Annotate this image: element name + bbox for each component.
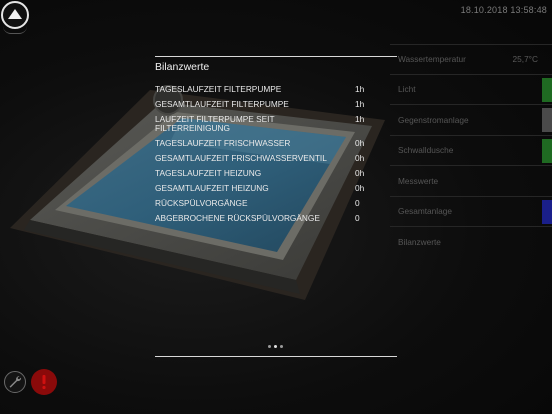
sidebar-item-label: Licht	[398, 84, 416, 95]
home-button[interactable]	[1, 1, 29, 29]
sidebar-item-gesamtanlage[interactable]: Gesamtanlage	[390, 197, 552, 227]
timestamp: 18.10.2018 13:58:48	[460, 5, 547, 15]
page-indicator[interactable]	[268, 345, 283, 348]
list-item: GESAMTLAUFZEIT FRISCHWASSERVENTIL 0h	[155, 154, 397, 163]
panel-divider-bottom	[155, 356, 397, 357]
sidebar-item-label: Gesamtanlage	[398, 206, 452, 217]
list-item: GESAMTLAUFZEIT FILTERPUMPE 1h	[155, 100, 397, 109]
sidebar-item-label: Messwerte	[398, 175, 439, 186]
row-label: TAGESLAUFZEIT HEIZUNG	[155, 168, 262, 178]
sidebar-item-wassertemperatur[interactable]: Wassertemperatur 25,7°C	[390, 44, 552, 75]
list-item: RÜCKSPÜLVORGÄNGE 0	[155, 199, 397, 208]
sidebar-item-label: Wassertemperatur	[398, 54, 466, 65]
status-indicator	[542, 108, 552, 132]
page-dot[interactable]	[268, 345, 271, 348]
page-dot[interactable]	[280, 345, 283, 348]
home-arrow-icon	[8, 9, 22, 19]
row-label: RÜCKSPÜLVORGÄNGE	[155, 198, 248, 208]
row-label: TAGESLAUFZEIT FRISCHWASSER	[155, 138, 291, 148]
row-label: ABGEBROCHENE RÜCKSPÜLVORGÄNGE	[155, 213, 320, 223]
row-label: GESAMTLAUFZEIT FRISCHWASSERVENTIL	[155, 153, 327, 163]
sidebar-item-label: Gegenstromanlage	[398, 114, 469, 125]
sidebar-item-bilanzwerte[interactable]: Bilanzwerte	[390, 227, 552, 258]
row-label: GESAMTLAUFZEIT FILTERPUMPE	[155, 99, 289, 109]
wrench-icon	[9, 376, 22, 388]
list-item: ABGEBROCHENE RÜCKSPÜLVORGÄNGE 0	[155, 214, 397, 223]
sidebar-item-messwerte[interactable]: Messwerte	[390, 166, 552, 197]
sidebar-item-label: Schwalldusche	[398, 145, 454, 156]
list-item: TAGESLAUFZEIT FRISCHWASSER 0h	[155, 139, 397, 148]
balance-panel: Bilanzwerte TAGESLAUFZEIT FILTERPUMPE 1h…	[155, 56, 397, 358]
alert-icon	[42, 375, 46, 390]
water-temperature-value: 25,7°C	[512, 54, 538, 65]
panel-title: Bilanzwerte	[155, 61, 210, 73]
status-indicator	[542, 77, 552, 102]
status-indicator	[542, 199, 552, 224]
balance-list: TAGESLAUFZEIT FILTERPUMPE 1h GESAMTLAUFZ…	[155, 85, 397, 229]
sidebar-item-schwalldusche[interactable]: Schwalldusche	[390, 136, 552, 166]
panel-divider-top	[155, 56, 397, 57]
page-dot[interactable]	[274, 345, 277, 348]
list-item: TAGESLAUFZEIT HEIZUNG 0h	[155, 169, 397, 178]
list-item: LAUFZEIT FILTERPUMPE SEIT FILTERREINIGUN…	[155, 115, 397, 133]
alert-button[interactable]	[31, 369, 57, 395]
settings-button[interactable]	[4, 371, 26, 393]
row-label: TAGESLAUFZEIT FILTERPUMPE	[155, 84, 282, 94]
list-item: TAGESLAUFZEIT FILTERPUMPE 1h	[155, 85, 397, 94]
row-label: LAUFZEIT FILTERPUMPE SEIT FILTERREINIGUN…	[155, 114, 275, 133]
status-indicator	[542, 138, 552, 163]
sidebar-item-licht[interactable]: Licht	[390, 75, 552, 105]
list-item: GESAMTLAUFZEIT HEIZUNG 0h	[155, 184, 397, 193]
sidebar-item-label: Bilanzwerte	[398, 237, 441, 248]
row-label: GESAMTLAUFZEIT HEIZUNG	[155, 183, 269, 193]
sidebar-menu: Wassertemperatur 25,7°C Licht Gegenstrom…	[390, 44, 552, 258]
sidebar-item-gegenstromanlage[interactable]: Gegenstromanlage	[390, 105, 552, 136]
